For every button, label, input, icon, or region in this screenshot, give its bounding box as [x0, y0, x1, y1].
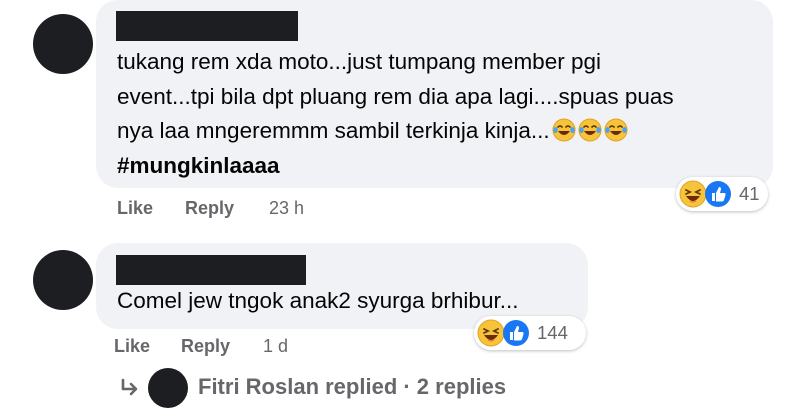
- reaction-count: 144: [537, 322, 568, 343]
- like-reaction-icon: [705, 181, 731, 207]
- replies-summary-text: Fitri Roslan replied · 2 replies: [198, 374, 507, 399]
- timestamp[interactable]: 23 h: [269, 198, 304, 219]
- comment-text: Comel jew tngok anak2 syurga brhibur...: [117, 284, 518, 319]
- view-replies-link[interactable]: Fitri Roslan replied · 2 replies: [118, 366, 548, 410]
- reply-arrow-icon: [121, 378, 138, 396]
- hashtag-link[interactable]: #mungkinlaaaa: [117, 149, 674, 184]
- laughing-tears-emoji-icon: [551, 118, 576, 142]
- avatar[interactable]: [33, 250, 93, 310]
- comment-line: Comel jew tngok anak2 syurga brhibur...: [117, 288, 519, 313]
- comment-line: tukang rem xda moto...just tumpang membe…: [117, 49, 601, 74]
- avatar[interactable]: [33, 14, 93, 74]
- haha-reaction-icon: [679, 180, 707, 208]
- reaction-summary[interactable]: 41: [676, 177, 768, 211]
- reply-action[interactable]: Reply: [181, 336, 230, 357]
- redacted-author-name[interactable]: [116, 11, 298, 41]
- reaction-summary[interactable]: 144: [474, 316, 586, 350]
- comment-line: event...tpi bila dpt pluang rem dia apa …: [117, 83, 674, 109]
- comment-line: nya laa mngeremmm sambil terkinja kinja.…: [117, 118, 550, 143]
- like-action[interactable]: Like: [117, 198, 153, 219]
- redacted-author-name[interactable]: [116, 255, 306, 285]
- comment-text: tukang rem xda moto...just tumpang membe…: [117, 45, 674, 183]
- laughing-tears-emoji-icon: [577, 118, 602, 142]
- haha-reaction-icon: [477, 319, 505, 347]
- like-action[interactable]: Like: [114, 336, 150, 357]
- timestamp[interactable]: 1 d: [263, 336, 288, 357]
- reaction-count: 41: [739, 183, 760, 204]
- laughing-tears-emoji-icon: [603, 118, 628, 142]
- like-reaction-icon: [503, 320, 529, 346]
- replier-avatar: [148, 368, 188, 408]
- reply-action[interactable]: Reply: [185, 198, 234, 219]
